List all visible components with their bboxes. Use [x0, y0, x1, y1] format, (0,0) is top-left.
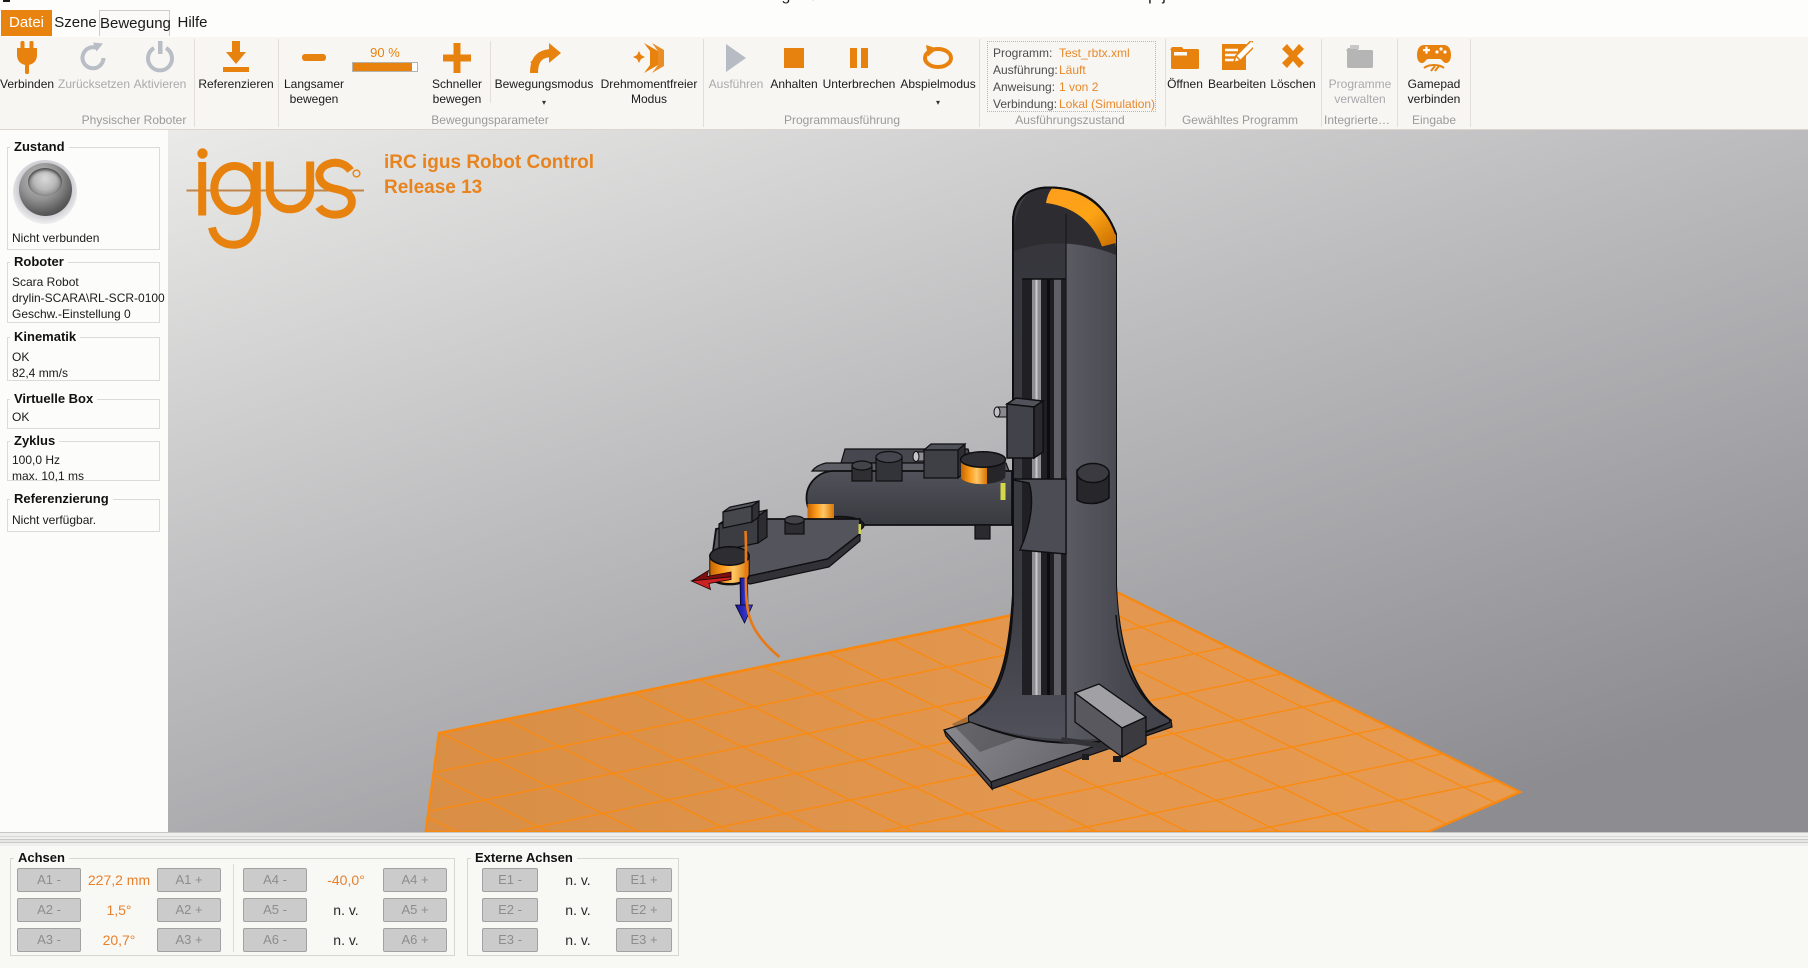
svg-text:Release 13: Release 13: [384, 177, 482, 198]
svg-text:iRC igus Robot Control: iRC igus Robot Control: [384, 152, 594, 173]
